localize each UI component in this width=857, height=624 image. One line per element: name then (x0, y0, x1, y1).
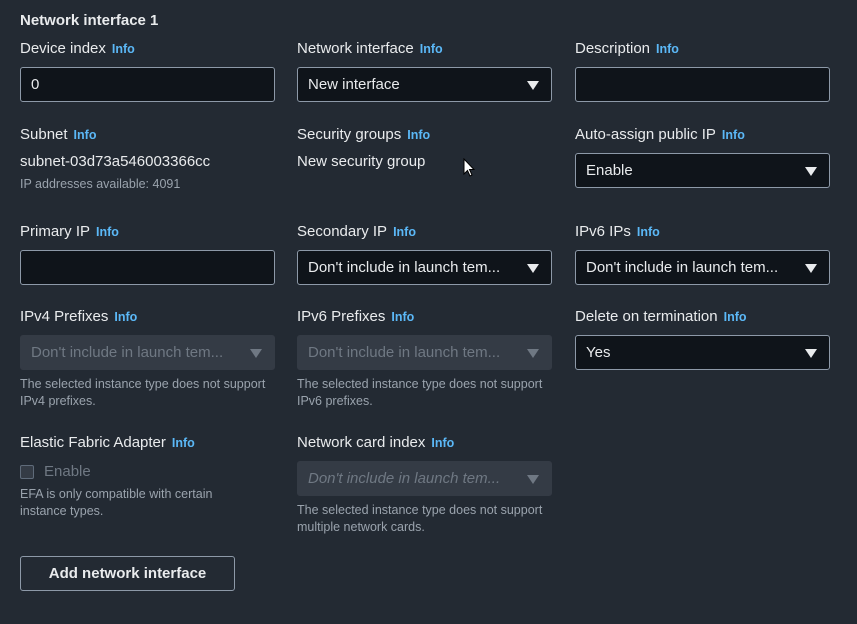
network-interface-value: New interface (308, 76, 400, 93)
primary-ip-info-link[interactable]: Info (96, 225, 119, 239)
security-groups-info-link[interactable]: Info (407, 128, 430, 142)
efa-enable-checkbox (20, 464, 34, 479)
network-card-index-hint: The selected instance type does not supp… (297, 503, 543, 534)
auto-assign-ip-field: Auto-assign public IP Info Enable (575, 125, 830, 188)
network-interface-info-link[interactable]: Info (420, 42, 443, 56)
network-interface-panel: Network interface 1 Device index Info 0 N… (0, 0, 857, 624)
delete-on-termination-value: Yes (586, 344, 611, 361)
network-interface-label: Network interface (297, 40, 414, 57)
caret-down-icon (527, 81, 539, 90)
ipv6-prefixes-label: IPv6 Prefixes (297, 308, 386, 325)
ipv6-ips-value: Don't include in launch tem... (586, 259, 779, 276)
caret-down-icon (805, 167, 817, 176)
efa-field: Elastic Fabric Adapter Info Enable EFA is… (20, 433, 275, 520)
add-network-interface-button[interactable]: Add network interface (20, 556, 235, 591)
description-field: Description Info (575, 39, 830, 102)
ipv6-prefixes-value: Don't include in launch tem... (308, 344, 501, 361)
secondary-ip-value: Don't include in launch tem... (308, 259, 501, 276)
primary-ip-field: Primary IP Info (20, 222, 275, 285)
device-index-field: Device index Info 0 (20, 39, 275, 102)
network-card-index-field: Network card index Info Don't include in … (297, 433, 552, 536)
secondary-ip-select[interactable]: Don't include in launch tem... (297, 250, 552, 285)
auto-assign-ip-select[interactable]: Enable (575, 153, 830, 188)
secondary-ip-info-link[interactable]: Info (393, 225, 416, 239)
delete-on-termination-info-link[interactable]: Info (724, 310, 747, 324)
subnet-field: Subnet Info subnet-03d73a546003366cc IP a… (20, 125, 275, 193)
ipv4-prefixes-hint: The selected instance type does not supp… (20, 377, 266, 408)
ipv4-prefixes-select: Don't include in launch tem... (20, 335, 275, 370)
device-index-info-link[interactable]: Info (112, 42, 135, 56)
primary-ip-label: Primary IP (20, 223, 91, 240)
caret-down-icon (527, 264, 539, 273)
ipv6-ips-label: IPv6 IPs (575, 223, 631, 240)
network-card-index-value: Don't include in launch tem... (308, 470, 501, 487)
delete-on-termination-field: Delete on termination Info Yes (575, 307, 830, 370)
subnet-info-link[interactable]: Info (74, 128, 97, 142)
efa-enable-row: Enable (20, 463, 275, 480)
efa-hint: EFA is only compatible with certain inst… (20, 487, 213, 518)
security-groups-field: Security groups Info New security group (297, 125, 552, 170)
ipv4-prefixes-value: Don't include in launch tem... (31, 344, 224, 361)
caret-down-icon (527, 349, 539, 358)
primary-ip-input[interactable] (20, 250, 275, 285)
delete-on-termination-label: Delete on termination (575, 308, 718, 325)
ipv6-ips-select[interactable]: Don't include in launch tem... (575, 250, 830, 285)
subnet-hint: IP addresses available: 4091 (20, 177, 181, 191)
network-card-index-info-link[interactable]: Info (431, 436, 454, 450)
caret-down-icon (250, 349, 262, 358)
network-interface-field: Network interface Info New interface (297, 39, 552, 102)
secondary-ip-field: Secondary IP Info Don't include in launch… (297, 222, 552, 285)
efa-info-link[interactable]: Info (172, 436, 195, 450)
subnet-label: Subnet (20, 126, 68, 143)
subnet-value: subnet-03d73a546003366cc (20, 153, 211, 170)
caret-down-icon (805, 349, 817, 358)
efa-label: Elastic Fabric Adapter (20, 434, 166, 451)
ipv6-prefixes-hint: The selected instance type does not supp… (297, 377, 543, 408)
description-label: Description (575, 40, 651, 57)
ipv6-ips-field: IPv6 IPs Info Don't include in launch tem… (575, 222, 830, 285)
network-card-index-label: Network card index (297, 434, 426, 451)
network-interface-select[interactable]: New interface (297, 67, 552, 102)
auto-assign-ip-info-link[interactable]: Info (722, 128, 745, 142)
description-input[interactable] (575, 67, 830, 102)
auto-assign-ip-value: Enable (586, 162, 633, 179)
ipv4-prefixes-field: IPv4 Prefixes Info Don't include in launc… (20, 307, 275, 410)
ipv4-prefixes-info-link[interactable]: Info (114, 310, 137, 324)
section-title: Network interface 1 (20, 12, 159, 29)
mouse-cursor-icon (463, 158, 475, 177)
caret-down-icon (527, 475, 539, 484)
ipv6-ips-info-link[interactable]: Info (637, 225, 660, 239)
ipv6-prefixes-select: Don't include in launch tem... (297, 335, 552, 370)
efa-enable-label: Enable (44, 463, 91, 480)
network-card-index-select: Don't include in launch tem... (297, 461, 552, 496)
ipv6-prefixes-field: IPv6 Prefixes Info Don't include in launc… (297, 307, 552, 410)
device-index-input[interactable]: 0 (20, 67, 275, 102)
security-groups-value: New security group (297, 153, 426, 170)
delete-on-termination-select[interactable]: Yes (575, 335, 830, 370)
security-groups-label: Security groups (297, 126, 402, 143)
auto-assign-ip-label: Auto-assign public IP (575, 126, 716, 143)
caret-down-icon (805, 264, 817, 273)
description-info-link[interactable]: Info (656, 42, 679, 56)
secondary-ip-label: Secondary IP (297, 223, 388, 240)
device-index-label: Device index (20, 40, 106, 57)
ipv6-prefixes-info-link[interactable]: Info (391, 310, 414, 324)
ipv4-prefixes-label: IPv4 Prefixes (20, 308, 109, 325)
